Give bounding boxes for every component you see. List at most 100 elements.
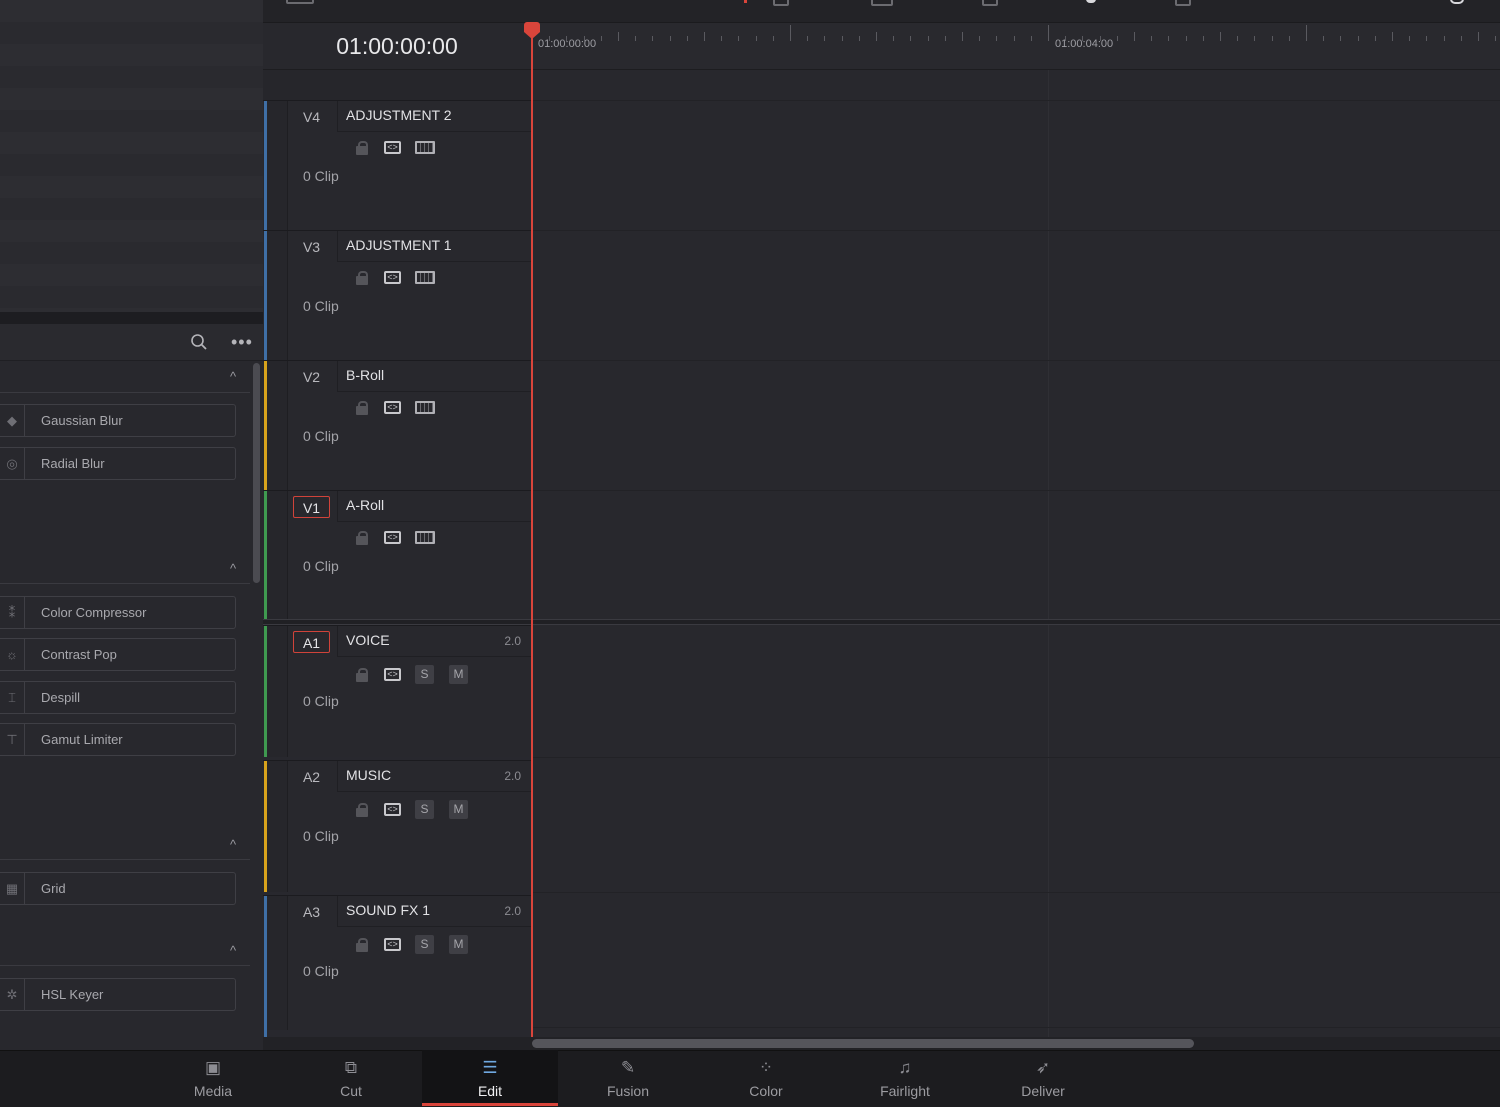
flag-icon[interactable] xyxy=(1175,0,1191,6)
ruler-tick xyxy=(600,36,602,41)
playhead[interactable] xyxy=(531,30,533,1038)
mute-button[interactable]: M xyxy=(449,665,468,684)
track-header-spacer xyxy=(263,70,531,100)
timeline-scrollbar-thumb[interactable] xyxy=(532,1039,1194,1048)
track-name[interactable]: VOICE xyxy=(346,632,390,648)
playhead-handle[interactable] xyxy=(524,22,540,32)
effects-scrollbar[interactable] xyxy=(253,363,260,583)
track-id[interactable]: A1 xyxy=(293,631,330,653)
auto-select-icon[interactable]: <> xyxy=(384,531,401,544)
panel-divider[interactable] xyxy=(0,312,263,324)
track-id-column xyxy=(267,761,288,892)
lock-icon[interactable] xyxy=(356,531,368,545)
ruler-tick xyxy=(1013,36,1015,41)
effect-item[interactable]: ☼ Contrast Pop xyxy=(0,638,236,671)
auto-select-icon[interactable]: <> xyxy=(384,938,401,951)
despill-icon: ⌶ xyxy=(0,682,25,713)
auto-select-icon[interactable]: <> xyxy=(384,803,401,816)
film-icon[interactable] xyxy=(415,141,435,154)
effect-item[interactable]: ✲ HSL Keyer xyxy=(0,978,236,1011)
track-id[interactable]: A3 xyxy=(293,901,330,923)
lock-icon[interactable] xyxy=(356,141,368,155)
effect-label: Gamut Limiter xyxy=(41,732,123,747)
page-tab-fairlight[interactable]: ♫ Fairlight xyxy=(837,1050,973,1106)
page-label: Color xyxy=(749,1083,783,1099)
ruler-tick xyxy=(1426,36,1428,41)
track-name[interactable]: A-Roll xyxy=(346,497,384,513)
page-tab-media[interactable]: ▣ Media xyxy=(145,1050,281,1106)
page-tab-fusion[interactable]: ✎ Fusion xyxy=(560,1050,696,1106)
track-header-v2[interactable]: V2 B-Roll <> 0 Clip xyxy=(263,360,531,490)
track-header-a2[interactable]: A2 MUSIC 2.0 <> S M 0 Clip xyxy=(263,760,531,892)
track-header-v1[interactable]: V1 A-Roll <> 0 Clip xyxy=(263,490,531,620)
track-id-column xyxy=(267,491,288,620)
track-header-a3[interactable]: A3 SOUND FX 1 2.0 <> S M 0 Clip xyxy=(263,895,531,1030)
collapse-chevron-icon[interactable]: ^ xyxy=(226,370,240,383)
effect-item[interactable]: ◎ Radial Blur xyxy=(0,447,236,480)
ruler-tick xyxy=(1478,32,1479,41)
section-divider xyxy=(0,965,250,966)
track-id[interactable]: V1 xyxy=(293,496,330,518)
lock-icon[interactable] xyxy=(356,401,368,415)
auto-select-icon[interactable]: <> xyxy=(384,271,401,284)
mute-button[interactable]: M xyxy=(449,935,468,954)
effect-item[interactable]: ⊤ Gamut Limiter xyxy=(0,723,236,756)
track-name[interactable]: B-Roll xyxy=(346,367,384,383)
insert-icon[interactable] xyxy=(982,0,998,6)
search-icon[interactable] xyxy=(190,333,208,351)
page-tab-edit[interactable]: ☰ Edit xyxy=(422,1050,558,1106)
track-name[interactable]: ADJUSTMENT 2 xyxy=(346,107,452,123)
track-name[interactable]: ADJUSTMENT 1 xyxy=(346,237,452,253)
ruler-tick xyxy=(1134,32,1135,41)
blade-icon[interactable] xyxy=(871,0,893,6)
lock-icon[interactable] xyxy=(356,938,368,952)
effect-item[interactable]: ▦ Grid xyxy=(0,872,236,905)
timeline-ruler[interactable]: 01:00:00:00 01:00:04:00 xyxy=(531,23,1500,70)
effect-item[interactable]: ◆ Gaussian Blur xyxy=(0,404,236,437)
lane-separator xyxy=(531,892,1500,893)
auto-select-icon[interactable]: <> xyxy=(384,668,401,681)
page-tab-deliver[interactable]: ➶ Deliver xyxy=(975,1050,1111,1106)
auto-select-icon[interactable]: <> xyxy=(384,141,401,154)
ruler-tick xyxy=(927,36,929,41)
track-id[interactable]: V2 xyxy=(293,366,330,388)
track-header-v3[interactable]: V3 ADJUSTMENT 1 <> 0 Clip xyxy=(263,230,531,360)
timecode-display[interactable]: 01:00:00:00 xyxy=(263,23,531,69)
solo-button[interactable]: S xyxy=(415,800,434,819)
collapse-chevron-icon[interactable]: ^ xyxy=(226,562,240,575)
lock-icon[interactable] xyxy=(356,803,368,817)
lock-icon[interactable] xyxy=(356,271,368,285)
track-id[interactable]: V3 xyxy=(293,236,330,258)
page-tab-color[interactable]: ⁘ Color xyxy=(698,1050,834,1106)
menu-icon[interactable] xyxy=(286,0,314,4)
track-name[interactable]: MUSIC xyxy=(346,767,391,783)
ruler-tick xyxy=(1185,36,1187,41)
track-header-a1[interactable]: A1 VOICE 2.0 <> S M 0 Clip xyxy=(263,625,531,757)
ruler-tick xyxy=(1357,36,1359,41)
trim-icon[interactable] xyxy=(773,0,789,6)
ruler-tick xyxy=(858,36,860,41)
page-tab-cut[interactable]: ⧉ Cut xyxy=(283,1050,419,1106)
effect-item[interactable]: ⁑ Color Compressor xyxy=(0,596,236,629)
track-id[interactable]: V4 xyxy=(293,106,330,128)
lock-icon[interactable] xyxy=(356,668,368,682)
film-icon[interactable] xyxy=(415,531,435,544)
channel-format: 2.0 xyxy=(504,634,521,648)
auto-select-icon[interactable]: <> xyxy=(384,401,401,414)
track-header-v4[interactable]: V4 ADJUSTMENT 2 <> 0 Clip xyxy=(263,100,531,230)
more-options-icon[interactable]: ••• xyxy=(231,332,253,353)
ruler-tick xyxy=(1443,36,1445,41)
effect-item[interactable]: ⌶ Despill xyxy=(0,681,236,714)
grid-icon: ▦ xyxy=(0,873,25,904)
track-name[interactable]: SOUND FX 1 xyxy=(346,902,430,918)
mute-button[interactable]: M xyxy=(449,800,468,819)
film-icon[interactable] xyxy=(415,401,435,414)
film-icon[interactable] xyxy=(415,271,435,284)
solo-button[interactable]: S xyxy=(415,665,434,684)
collapse-chevron-icon[interactable]: ^ xyxy=(226,944,240,957)
track-id[interactable]: A2 xyxy=(293,766,330,788)
solo-button[interactable]: S xyxy=(415,935,434,954)
collapse-chevron-icon[interactable]: ^ xyxy=(226,838,240,851)
channel-format: 2.0 xyxy=(504,904,521,918)
page-label: Fairlight xyxy=(880,1083,930,1099)
